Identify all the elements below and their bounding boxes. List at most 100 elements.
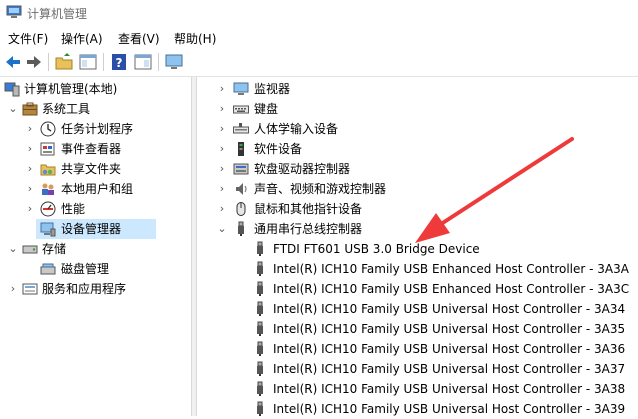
- usb-icon: [257, 361, 263, 376]
- device-category-keyboards[interactable]: › 键盘: [197, 99, 638, 119]
- menu-view[interactable]: 查看(V): [118, 30, 160, 47]
- tree-label: 共享文件夹: [61, 162, 122, 176]
- tree-label: 设备管理器: [61, 222, 122, 236]
- device-list: › 监视器 › 键盘 › 人体学输入设备 › 软件设备 › 软盘驱动器控制器 ›…: [197, 77, 638, 416]
- computer-management-icon: [6, 5, 22, 18]
- monitor-icon: [233, 82, 249, 95]
- device-category-software[interactable]: › 软件设备: [197, 139, 638, 159]
- tree-node-system-tools[interactable]: ⌄ 系统工具: [0, 99, 191, 119]
- title-bar: 计算机管理: [0, 0, 638, 26]
- chevron-down-icon[interactable]: ⌄: [8, 99, 18, 119]
- usb-icon: [257, 281, 263, 296]
- shared-folder-icon: [40, 164, 56, 176]
- menu-file[interactable]: 文件(F): [8, 30, 48, 47]
- tree-node-services[interactable]: › 服务和应用程序: [0, 279, 191, 299]
- hid-icon: [233, 123, 249, 134]
- help-icon[interactable]: ?: [109, 52, 129, 72]
- device-category-floppy-controllers[interactable]: › 软盘驱动器控制器: [197, 159, 638, 179]
- chevron-right-icon[interactable]: ›: [217, 199, 227, 219]
- device-category-hid[interactable]: › 人体学输入设备: [197, 119, 638, 139]
- usb-device-item[interactable]: Intel(R) ICH10 Family USB Universal Host…: [197, 339, 638, 359]
- menu-help[interactable]: 帮助(H): [174, 30, 216, 47]
- chevron-right-icon[interactable]: ›: [217, 159, 227, 179]
- usb-device-item[interactable]: Intel(R) ICH10 Family USB Enhanced Host …: [197, 279, 638, 299]
- usb-icon: [257, 381, 263, 396]
- toolbar-separator: [103, 53, 104, 71]
- device-label: 声音、视频和游戏控制器: [254, 182, 387, 196]
- device-label: 鼠标和其他指针设备: [254, 202, 363, 216]
- toolbar-separator: [158, 53, 159, 71]
- chevron-right-icon[interactable]: ›: [25, 119, 35, 139]
- tree-node-event-viewer[interactable]: › 事件查看器: [0, 139, 191, 159]
- tree-label: 计算机管理(本地): [24, 82, 118, 96]
- tree-node-root[interactable]: 计算机管理(本地): [0, 79, 191, 99]
- chevron-right-icon[interactable]: ›: [217, 79, 227, 99]
- menu-action[interactable]: 操作(A): [61, 30, 103, 47]
- tree-node-performance[interactable]: › 性能: [0, 199, 191, 219]
- tree-node-device-manager[interactable]: 设备管理器: [36, 219, 156, 239]
- chevron-right-icon[interactable]: ›: [8, 279, 18, 299]
- usb-device-item[interactable]: Intel(R) ICH10 Family USB Universal Host…: [197, 359, 638, 379]
- chevron-down-icon[interactable]: ⌄: [217, 219, 227, 239]
- usb-icon: [257, 301, 263, 316]
- chevron-down-icon[interactable]: ⌄: [8, 239, 18, 259]
- usb-device-item[interactable]: Intel(R) ICH10 Family USB Enhanced Host …: [197, 259, 638, 279]
- window-title: 计算机管理: [27, 7, 88, 21]
- keyboard-icon: [233, 105, 249, 114]
- device-label: 通用串行总线控制器: [254, 222, 363, 236]
- monitor-icon[interactable]: [164, 52, 184, 72]
- users-icon: [42, 183, 54, 195]
- up-folder-icon[interactable]: [54, 52, 74, 72]
- device-category-mice[interactable]: › 鼠标和其他指针设备: [197, 199, 638, 219]
- device-label: Intel(R) ICH10 Family USB Universal Host…: [273, 382, 626, 396]
- device-label: Intel(R) ICH10 Family USB Universal Host…: [273, 402, 626, 416]
- tree-node-storage[interactable]: ⌄ 存储: [0, 239, 191, 259]
- device-label: Intel(R) ICH10 Family USB Universal Host…: [273, 362, 626, 376]
- computer-management-icon: [4, 82, 20, 97]
- chevron-right-icon[interactable]: ›: [25, 179, 35, 199]
- tree-label: 服务和应用程序: [42, 282, 127, 296]
- software-device-icon: [238, 142, 244, 156]
- tree-node-shared-folders[interactable]: › 共享文件夹: [0, 159, 191, 179]
- device-category-sound[interactable]: › 声音、视频和游戏控制器: [197, 179, 638, 199]
- device-label: 软件设备: [254, 142, 303, 156]
- device-category-usb[interactable]: ⌄ 通用串行总线控制器: [197, 219, 638, 239]
- properties-icon[interactable]: [133, 52, 153, 72]
- usb-device-item[interactable]: Intel(R) ICH10 Family USB Universal Host…: [197, 299, 638, 319]
- device-label: Intel(R) ICH10 Family USB Enhanced Host …: [273, 282, 630, 296]
- forward-icon[interactable]: [24, 52, 44, 72]
- device-category-monitors[interactable]: › 监视器: [197, 79, 638, 99]
- chevron-right-icon[interactable]: ›: [25, 159, 35, 179]
- chevron-right-icon[interactable]: ›: [217, 99, 227, 119]
- usb-device-item[interactable]: Intel(R) ICH10 Family USB Universal Host…: [197, 319, 638, 339]
- usb-icon: [257, 401, 263, 416]
- usb-icon: [238, 221, 244, 236]
- usb-icon: [257, 241, 263, 256]
- toolbar: ?: [0, 48, 638, 77]
- device-label: FTDI FT601 USB 3.0 Bridge Device: [273, 242, 480, 256]
- device-manager-icon: [40, 222, 56, 237]
- usb-device-item[interactable]: Intel(R) ICH10 Family USB Universal Host…: [197, 379, 638, 399]
- usb-device-item[interactable]: Intel(R) ICH10 Family USB Universal Host…: [197, 399, 638, 419]
- clock-icon: [40, 121, 56, 137]
- device-label: 键盘: [254, 102, 279, 116]
- chevron-right-icon[interactable]: ›: [25, 199, 35, 219]
- chevron-right-icon[interactable]: ›: [217, 139, 227, 159]
- chevron-right-icon[interactable]: ›: [25, 139, 35, 159]
- back-icon[interactable]: [3, 52, 23, 72]
- tree-label: 本地用户和组: [61, 182, 134, 196]
- tools-icon: [22, 102, 38, 116]
- device-label: Intel(R) ICH10 Family USB Universal Host…: [273, 342, 626, 356]
- chevron-right-icon[interactable]: ›: [217, 119, 227, 139]
- device-label: Intel(R) ICH10 Family USB Universal Host…: [273, 302, 626, 316]
- tree-node-disk-management[interactable]: 磁盘管理: [0, 259, 191, 279]
- tree-node-local-users[interactable]: › 本地用户和组: [0, 179, 191, 199]
- tree-label: 系统工具: [42, 102, 91, 116]
- tree-node-task-scheduler[interactable]: › 任务计划程序: [0, 119, 191, 139]
- show-hide-tree-icon[interactable]: [78, 52, 98, 72]
- chevron-right-icon[interactable]: ›: [217, 179, 227, 199]
- usb-device-item[interactable]: FTDI FT601 USB 3.0 Bridge Device: [197, 239, 638, 259]
- usb-icon: [257, 321, 263, 336]
- usb-icon: [257, 341, 263, 356]
- tree-label: 磁盘管理: [61, 262, 110, 276]
